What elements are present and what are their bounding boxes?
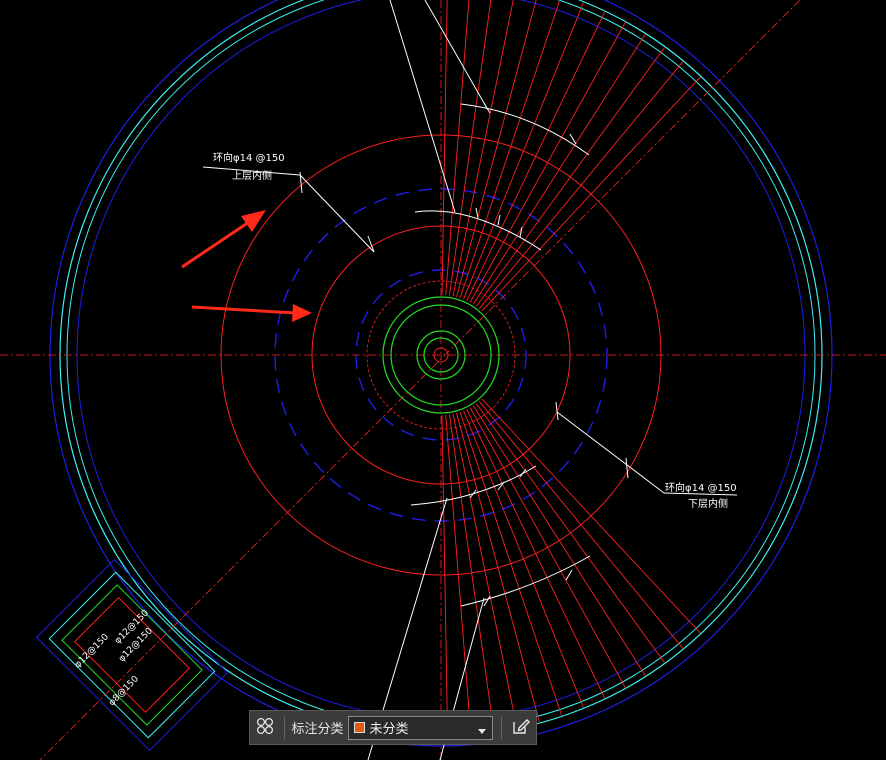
annotation-arrows xyxy=(181,210,312,322)
svg-text:上层内侧: 上层内侧 xyxy=(232,169,272,182)
category-color-swatch xyxy=(353,722,365,733)
annotation-category-toolbar: 标注分类 未分类 xyxy=(249,710,537,745)
category-select[interactable]: 未分类 xyxy=(347,715,494,741)
radial-rebar-fan xyxy=(441,0,701,735)
radial-rebar-line xyxy=(441,0,448,296)
toolbar-divider xyxy=(283,716,285,739)
grid-icon xyxy=(256,717,274,739)
radial-rebar-line xyxy=(448,0,492,296)
chevron-down-icon xyxy=(477,722,487,741)
category-select-value: 未分类 xyxy=(369,722,409,737)
svg-text:下层内侧: 下层内侧 xyxy=(688,497,728,510)
radial-rebar-line xyxy=(472,34,646,305)
cad-drawing-canvas[interactable]: 环向φ14 @150 上层内侧 环向φ14 @150 下层内侧 φ12@150 … xyxy=(0,0,886,760)
radial-rebar-line xyxy=(445,0,470,296)
radial-rebar-line xyxy=(459,411,563,716)
radial-rebar-line xyxy=(469,22,626,303)
svg-text:环向φ14 @150: 环向φ14 @150 xyxy=(213,151,285,164)
dimension-lines xyxy=(202,0,738,760)
toolbar-divider xyxy=(501,716,503,739)
radial-rebar-line xyxy=(452,413,518,728)
radial-rebar-line xyxy=(448,414,495,732)
radial-rebar-line xyxy=(475,47,665,307)
radial-rebar-line xyxy=(481,398,701,634)
leader-label-top: 环向φ14 @150 上层内侧 xyxy=(213,151,285,182)
radial-rebar-line xyxy=(475,403,665,663)
grid-button[interactable] xyxy=(250,713,280,743)
edit-icon xyxy=(511,716,531,740)
radial-rebar-line xyxy=(445,414,472,734)
radial-rebar-line xyxy=(481,76,701,312)
radial-rebar-line xyxy=(469,407,626,688)
radial-rebar-line xyxy=(472,405,646,676)
category-label: 标注分类 xyxy=(291,722,344,737)
edit-button[interactable] xyxy=(506,713,536,743)
annex-labels: φ12@150 φ12@150 φ12@150 φ8@150 xyxy=(73,608,155,708)
radial-rebar-line xyxy=(466,409,606,699)
svg-text:环向φ14 @150: 环向φ14 @150 xyxy=(665,481,737,494)
leader-label-right: 环向φ14 @150 下层内侧 xyxy=(665,481,737,510)
radial-rebar-line xyxy=(466,11,606,301)
